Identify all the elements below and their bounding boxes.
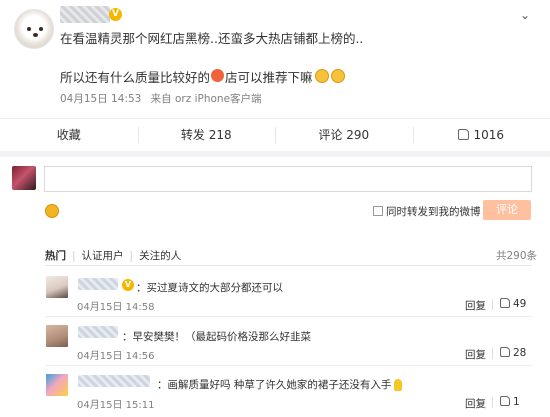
repost-label: 转发 218 (180, 128, 232, 142)
bulb-emoji-icon (394, 379, 403, 391)
favorite-button[interactable]: 收藏 (0, 119, 138, 150)
comment-text: ：买过夏诗文的大部分都还可以 (136, 282, 283, 294)
comment-like-button[interactable]: 1 (500, 396, 520, 408)
commenter-avatar[interactable] (46, 374, 68, 396)
post-action-bar: 收藏 转发 218 评论 290 1016 (0, 118, 550, 150)
weibo-post-card: V ⌄ 在看温精灵那个网红店黑榜..还蛮多大热店铺都上榜的.. 所以还有什么质量… (0, 0, 550, 417)
commenter-avatar[interactable] (46, 276, 68, 298)
comment-button[interactable]: 评论 290 (275, 119, 413, 150)
reply-button[interactable]: 回复 (465, 396, 486, 411)
commenter-avatar[interactable] (46, 325, 68, 347)
tab-separator: | (72, 250, 76, 262)
section-divider (0, 151, 550, 157)
post-date[interactable]: 04月15日 14:53 (60, 93, 141, 105)
current-user-avatar[interactable] (12, 166, 36, 190)
comment-text-wrap: ：画解质量好吗 种草了许久她家的裙子还没有入手 (157, 377, 403, 392)
like-icon (500, 347, 510, 357)
cry-emoji-icon (314, 68, 329, 83)
comment-total: 共290条 (496, 250, 538, 262)
favorite-label: 收藏 (56, 128, 81, 142)
post-text-line2-start: 所以还有什么质量比较好的 (60, 70, 211, 85)
like-button[interactable]: 1016 (412, 119, 550, 150)
post-text-line1: 在看温精灵那个网红店黑榜..还蛮多大热店铺都上榜的.. (60, 31, 364, 46)
comment-like-button[interactable]: 49 (500, 298, 526, 310)
reply-button[interactable]: 回复 (465, 347, 486, 362)
tab-hot[interactable]: 热门 (45, 250, 66, 262)
comment-like-count: 28 (513, 347, 527, 359)
divider (492, 397, 493, 408)
forward-checkbox[interactable] (373, 206, 383, 216)
tab-verified[interactable]: 认证用户 (82, 250, 124, 262)
commenter-name-redacted[interactable] (78, 278, 118, 290)
commenter-name-redacted[interactable] (78, 326, 118, 338)
comment-text: ：画解质量好吗 种草了许久她家的裙子还没有入手 (157, 379, 392, 391)
comment-like-count: 1 (513, 396, 520, 408)
reply-button[interactable]: 回复 (465, 298, 486, 313)
post-text-line2: 所以还有什么质量比较好的 店可以推荐下嘛 (60, 67, 345, 86)
like-icon (458, 129, 470, 140)
submit-comment-button[interactable]: 评论 (483, 200, 531, 220)
author-avatar[interactable] (14, 9, 54, 49)
divider (492, 299, 493, 310)
forward-label[interactable]: 同时转发到我的微博 (386, 204, 481, 219)
orange-emoji-icon (211, 69, 225, 82)
smile-icon[interactable] (45, 204, 59, 218)
divider (45, 265, 532, 266)
comment-time: 04月15日 15:11 (77, 400, 155, 411)
comment-time: 04月15日 14:56 (77, 351, 155, 362)
post-source: 来自 orz iPhone客户端 (150, 93, 262, 105)
comment-like-count: 49 (513, 298, 527, 310)
author-name-redacted[interactable] (60, 6, 110, 23)
post-text-line2-end: 店可以推荐下嘛 (225, 70, 313, 85)
comment-time: 04月15日 14:58 (77, 302, 155, 313)
post-meta: 04月15日 14:53 来自 orz iPhone客户端 (60, 91, 262, 106)
divider (45, 365, 532, 366)
comment-label: 评论 290 (318, 128, 370, 142)
like-icon (500, 396, 510, 406)
vip-badge-icon: V (122, 279, 134, 291)
vip-badge-icon: V (109, 8, 122, 21)
divider (45, 316, 532, 317)
tab-following[interactable]: 关注的人 (139, 250, 181, 262)
tab-separator: | (129, 250, 134, 262)
commenter-name-redacted[interactable] (78, 375, 150, 387)
like-icon (500, 298, 510, 308)
comment-like-button[interactable]: 28 (500, 347, 526, 359)
like-count: 1016 (473, 127, 505, 142)
more-icon[interactable]: ⌄ (518, 8, 532, 22)
comment-input[interactable] (44, 166, 532, 192)
divider (492, 348, 493, 359)
comment-filter-tabs: 热门 | 认证用户 | 关注的人 (45, 248, 181, 263)
cry-emoji-icon (330, 68, 345, 83)
repost-button[interactable]: 转发 218 (137, 119, 276, 150)
comment-text: ：早安樊樊！（最起码价格没那么好韭菜 (122, 331, 311, 343)
